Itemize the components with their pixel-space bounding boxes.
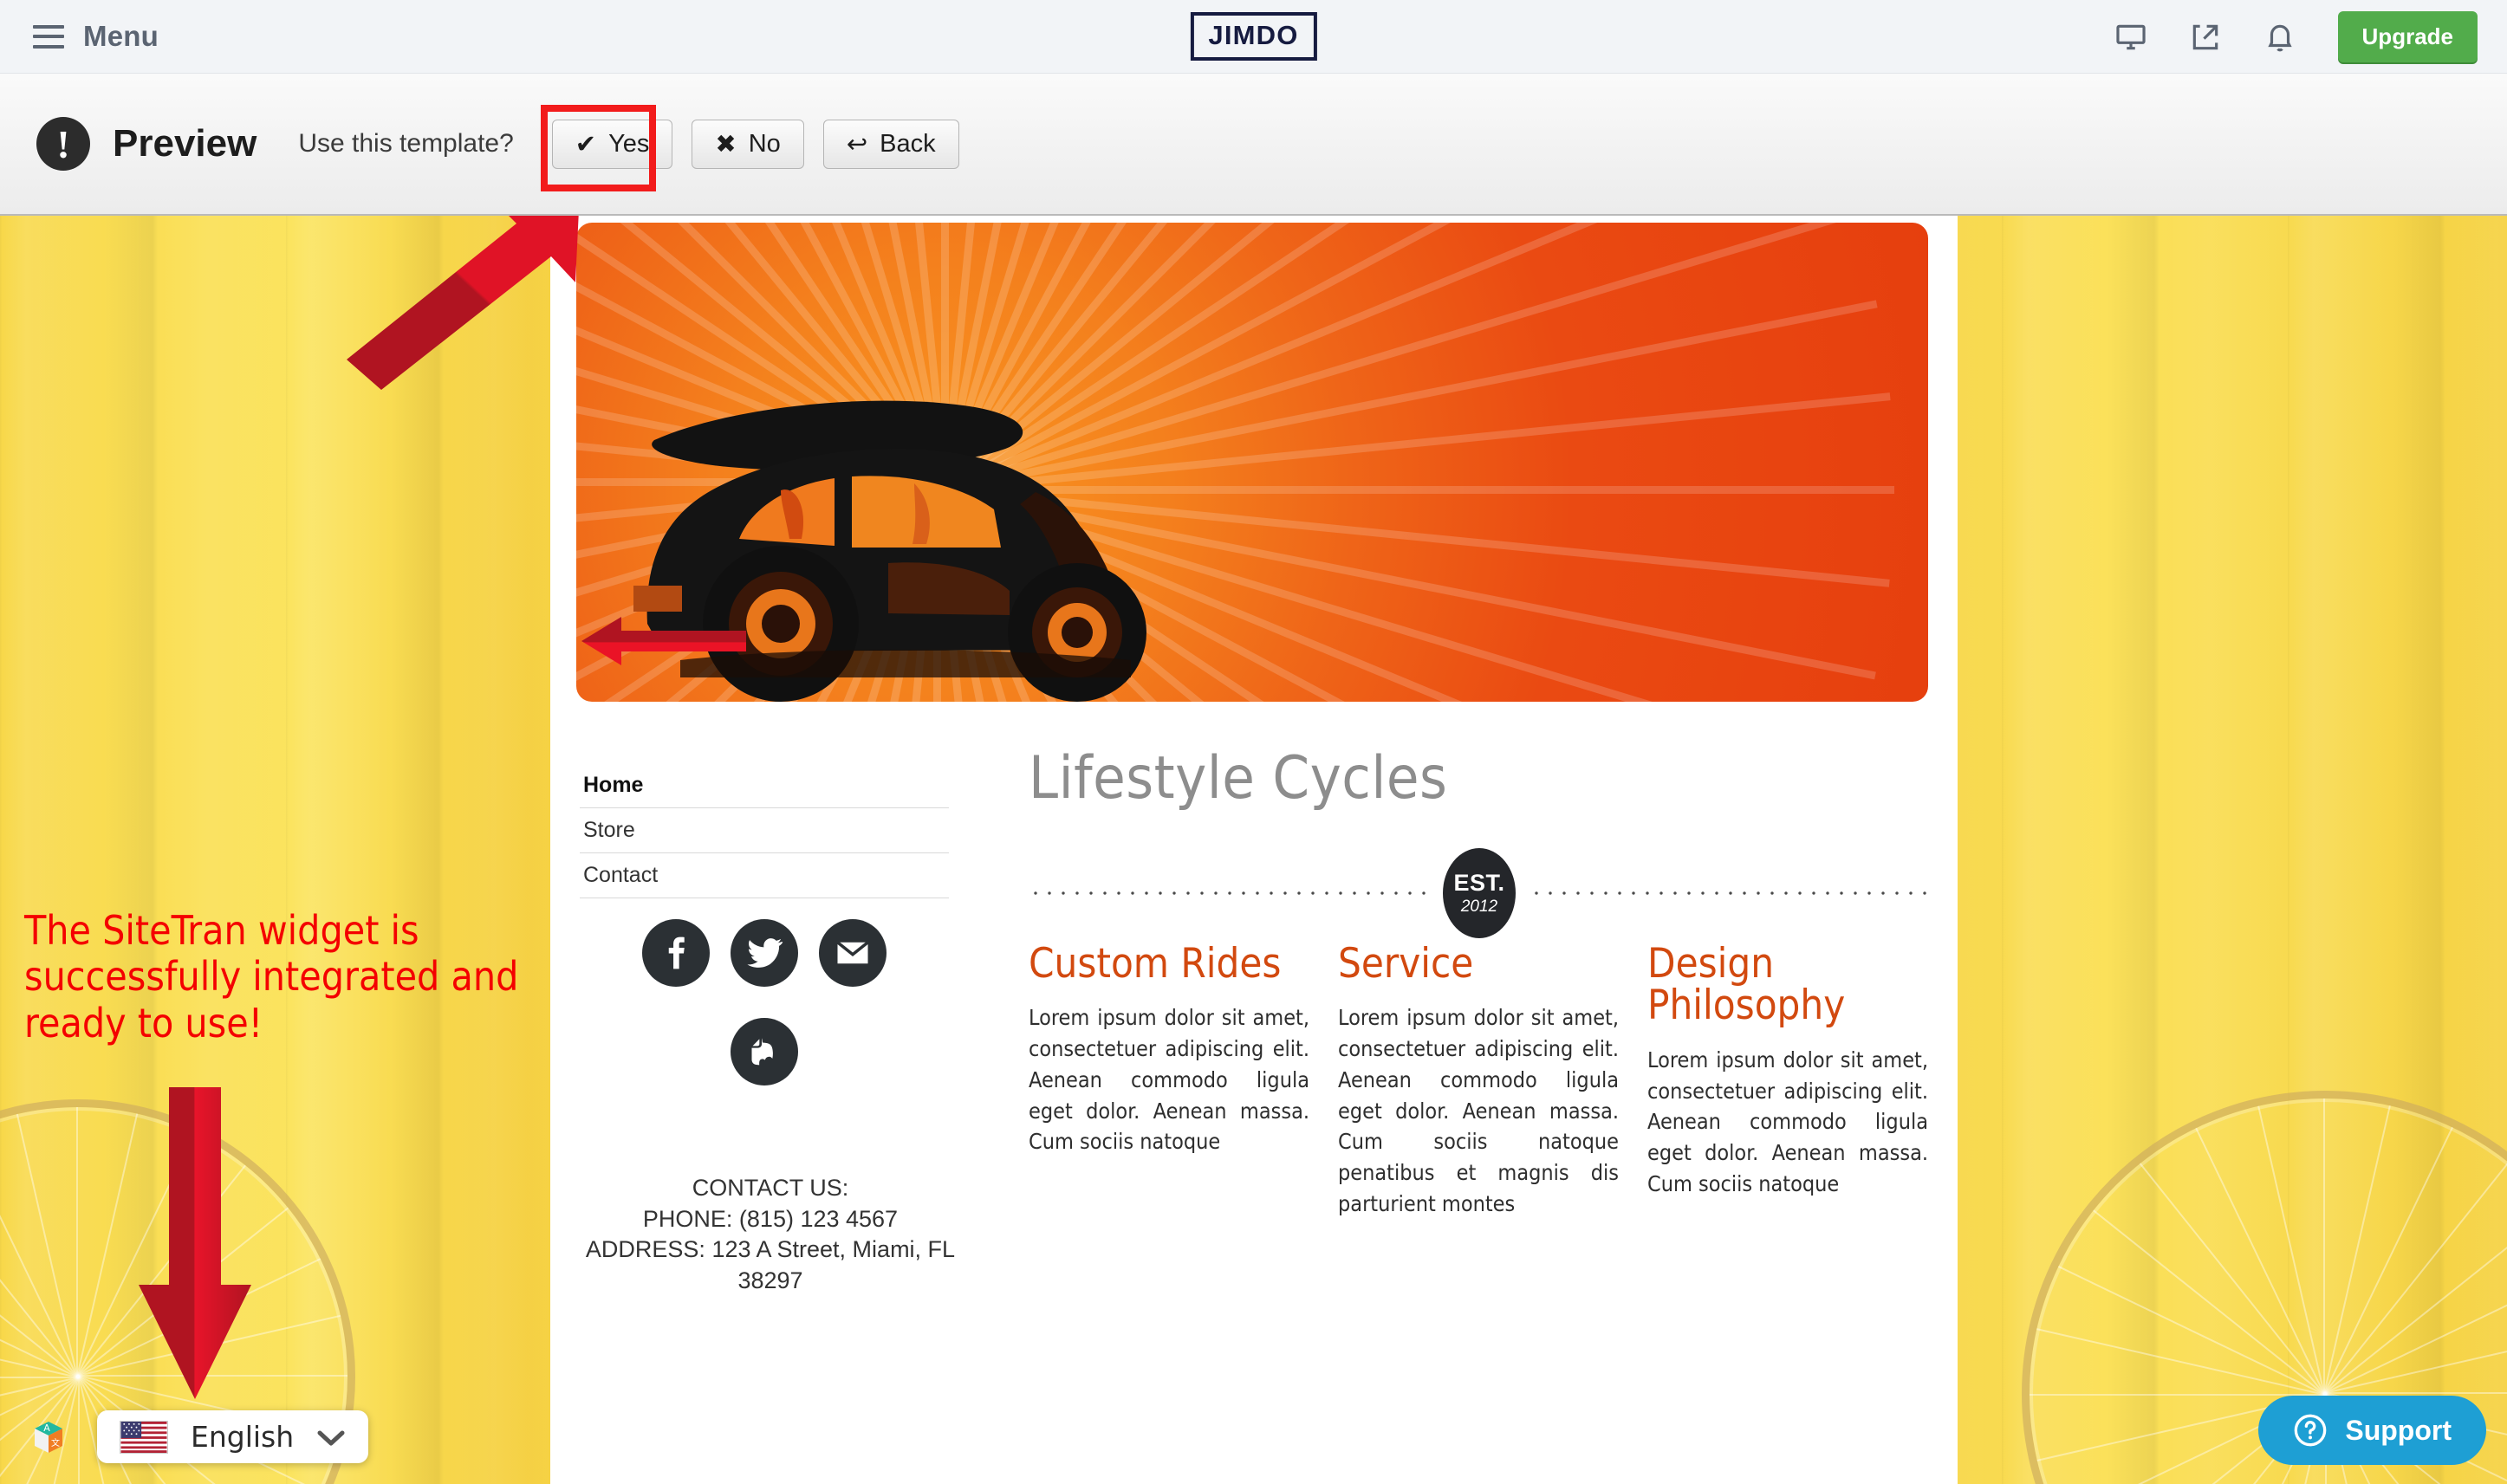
wheel-spoke (2324, 1326, 2507, 1394)
nav-item-contact[interactable]: Contact (580, 853, 949, 898)
social-row-second (580, 1018, 949, 1085)
red-arrow-down-icon (139, 1087, 251, 1399)
contact-phone: PHONE: (815) 123 4567 (642, 1205, 899, 1232)
wheel-spoke (2093, 1209, 2325, 1396)
wheel-spoke (0, 1260, 78, 1378)
nav-item-home[interactable]: Home (580, 763, 949, 808)
yes-label: Yes (608, 129, 650, 158)
hamburger-icon (33, 24, 64, 49)
wheel-spoke (2323, 1208, 2507, 1394)
established-divider: EST. 2012 (1029, 846, 1930, 941)
annotation-note: The SiteTran widget is successfully inte… (24, 907, 519, 1047)
est-badge: EST. 2012 (1443, 848, 1516, 938)
twitter-icon[interactable] (731, 919, 798, 987)
wheel-spoke (2257, 1105, 2325, 1395)
wheel-spoke (2030, 1394, 2325, 1396)
wheel-spoke (2325, 1392, 2507, 1394)
upgrade-button[interactable]: Upgrade (2337, 11, 2478, 62)
wheel-spoke (78, 1377, 80, 1484)
jimdo-top-bar: Menu JIMDO Upgrade (0, 0, 2507, 74)
page-title: Lifestyle Cycles (1029, 744, 1448, 813)
back-button[interactable]: ↩ Back (822, 119, 959, 169)
yes-button[interactable]: ✔ Yes (551, 119, 673, 169)
column-heading: Custom Rides (1029, 940, 1282, 988)
contact-heading: CONTACT US: (692, 1175, 849, 1201)
svg-text:A: A (43, 1422, 50, 1434)
language-label: English (191, 1420, 295, 1454)
no-label: No (748, 129, 781, 158)
wheel-spoke (0, 1133, 78, 1377)
est-label: EST. (1453, 870, 1505, 896)
column-body: Lorem ipsum dolor sit amet, consectetuer… (1647, 1047, 1928, 1196)
wheel-spoke (2323, 1126, 2453, 1394)
est-year: 2012 (1460, 898, 1498, 916)
sitetran-cube-icon[interactable]: A 文 (26, 1415, 71, 1460)
dotted-rule-right (1530, 891, 1930, 896)
wheel-spoke (0, 1165, 78, 1378)
menu-label: Menu (83, 20, 159, 52)
back-arrow-icon: ↩ (846, 130, 868, 159)
support-label: Support (2345, 1414, 2452, 1446)
no-button[interactable]: ✖ No (692, 119, 804, 169)
preview-toolbar: ! Preview Use this template? ✔ Yes ✖ No … (0, 74, 2507, 216)
wheel-spoke (2036, 1328, 2325, 1396)
us-flag-icon (120, 1420, 168, 1454)
content-column-custom-rides: Custom Rides Lorem ipsum dolor sit amet,… (1029, 943, 1309, 1220)
wheel-spoke (16, 1113, 78, 1377)
use-template-question: Use this template? (298, 129, 514, 158)
column-body: Lorem ipsum dolor sit amet, consectetuer… (1029, 1005, 1309, 1155)
red-arrow-left-icon (581, 617, 746, 665)
jimdo-logo-text: JIMDO (1208, 20, 1299, 50)
site-navigation: Home Store Contact (580, 763, 949, 898)
column-heading: Design Philosophy (1647, 940, 1846, 1030)
content-column-service: Service Lorem ipsum dolor sit amet, cons… (1338, 943, 1619, 1220)
wheel-spoke (2323, 1098, 2325, 1394)
wheel-spoke (0, 1316, 79, 1378)
contact-address: ADDRESS: 123 A Street, Miami, FL 38297 (585, 1236, 956, 1293)
email-icon[interactable] (819, 919, 887, 987)
column-body: Lorem ipsum dolor sit amet, consectetuer… (1338, 1005, 1619, 1216)
share-icon[interactable] (2189, 21, 2222, 54)
back-label: Back (880, 129, 936, 158)
warning-icon: ! (36, 117, 90, 171)
contact-info: CONTACT US: PHONE: (815) 123 4567 ADDRES… (580, 1173, 961, 1297)
wheel-spoke (0, 1377, 78, 1378)
wheel-spoke (2323, 1162, 2507, 1394)
support-button[interactable]: Support (2258, 1396, 2486, 1465)
cross-icon: ✖ (715, 130, 737, 159)
svg-text:文: 文 (51, 1437, 60, 1448)
evernote-icon[interactable] (731, 1018, 798, 1085)
website-preview-canvas: Home Store Contact CONTACT US: PHONE: (8… (550, 216, 1958, 1484)
language-selector[interactable]: English (97, 1410, 369, 1463)
nav-item-store[interactable]: Store (580, 808, 949, 853)
facebook-icon[interactable] (642, 919, 710, 987)
jimdo-logo: JIMDO (1190, 12, 1317, 61)
main-content-column: Lifestyle Cycles EST. 2012 (1029, 744, 1930, 941)
column-heading: Service (1338, 940, 1474, 988)
question-circle-icon (2295, 1414, 2327, 1447)
preview-title: Preview (113, 122, 257, 165)
chevron-down-icon[interactable] (316, 1427, 346, 1448)
wheel-spoke (2057, 1266, 2325, 1396)
screen-root: Home Store Contact CONTACT US: PHONE: (8… (0, 0, 2507, 1484)
wheel-spoke (2139, 1163, 2325, 1396)
wheel-spoke (2324, 1264, 2507, 1394)
dotted-rule-left (1029, 891, 1429, 896)
top-bar-actions: Upgrade (2114, 0, 2478, 74)
social-links (580, 919, 949, 1085)
template-choice-buttons: ✔ Yes ✖ No ↩ Back (540, 104, 959, 191)
wheel-spoke (0, 1209, 78, 1378)
content-column-design-philosophy: Design Philosophy Lorem ipsum dolor sit … (1647, 943, 1928, 1220)
three-column-section: Custom Rides Lorem ipsum dolor sit amet,… (1029, 943, 1930, 1220)
menu-button[interactable]: Menu (33, 20, 159, 53)
monitor-icon[interactable] (2114, 21, 2147, 54)
wheel-spoke (2323, 1105, 2391, 1394)
bell-icon[interactable] (2263, 21, 2296, 54)
hero-banner (576, 223, 1928, 702)
check-icon: ✔ (575, 130, 597, 159)
wheel-spoke (76, 1113, 139, 1377)
wheel-spoke (2195, 1127, 2325, 1395)
wheel-spoke (76, 1107, 78, 1377)
